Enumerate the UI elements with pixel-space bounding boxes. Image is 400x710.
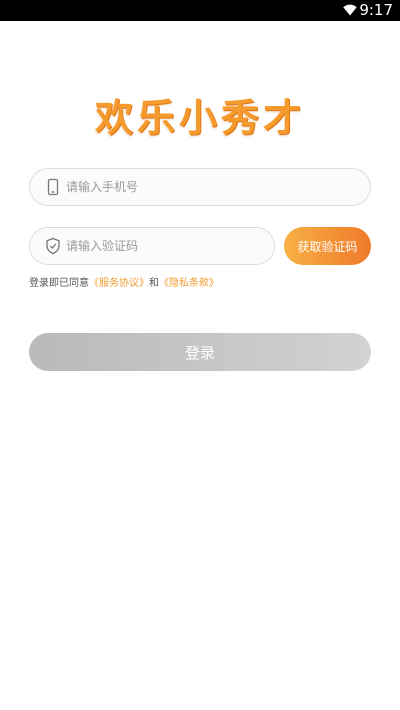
agreement-conjunction: 和 xyxy=(149,278,159,289)
shield-icon xyxy=(46,237,60,255)
get-code-button[interactable]: 获取验证码 xyxy=(284,227,371,265)
privacy-policy-link[interactable]: 《隐私条款》 xyxy=(159,278,219,289)
phone-icon xyxy=(47,178,59,196)
app-logo: 欢乐小秀才 xyxy=(0,90,400,146)
app-logo-text: 欢乐小秀才 xyxy=(94,96,305,140)
wifi-icon xyxy=(343,4,357,16)
code-input[interactable] xyxy=(66,228,260,264)
service-agreement-link[interactable]: 《服务协议》 xyxy=(89,278,149,289)
login-button[interactable]: 登录 xyxy=(29,333,371,371)
phone-input[interactable] xyxy=(66,169,356,205)
agreement-prefix: 登录即已同意 xyxy=(29,278,89,289)
status-bar: 9:17 xyxy=(0,0,400,21)
status-time: 9:17 xyxy=(359,1,393,19)
code-field[interactable] xyxy=(29,227,275,265)
phone-field[interactable] xyxy=(29,168,371,206)
agreement-text: 登录即已同意《服务协议》和《隐私条款》 xyxy=(29,277,219,291)
